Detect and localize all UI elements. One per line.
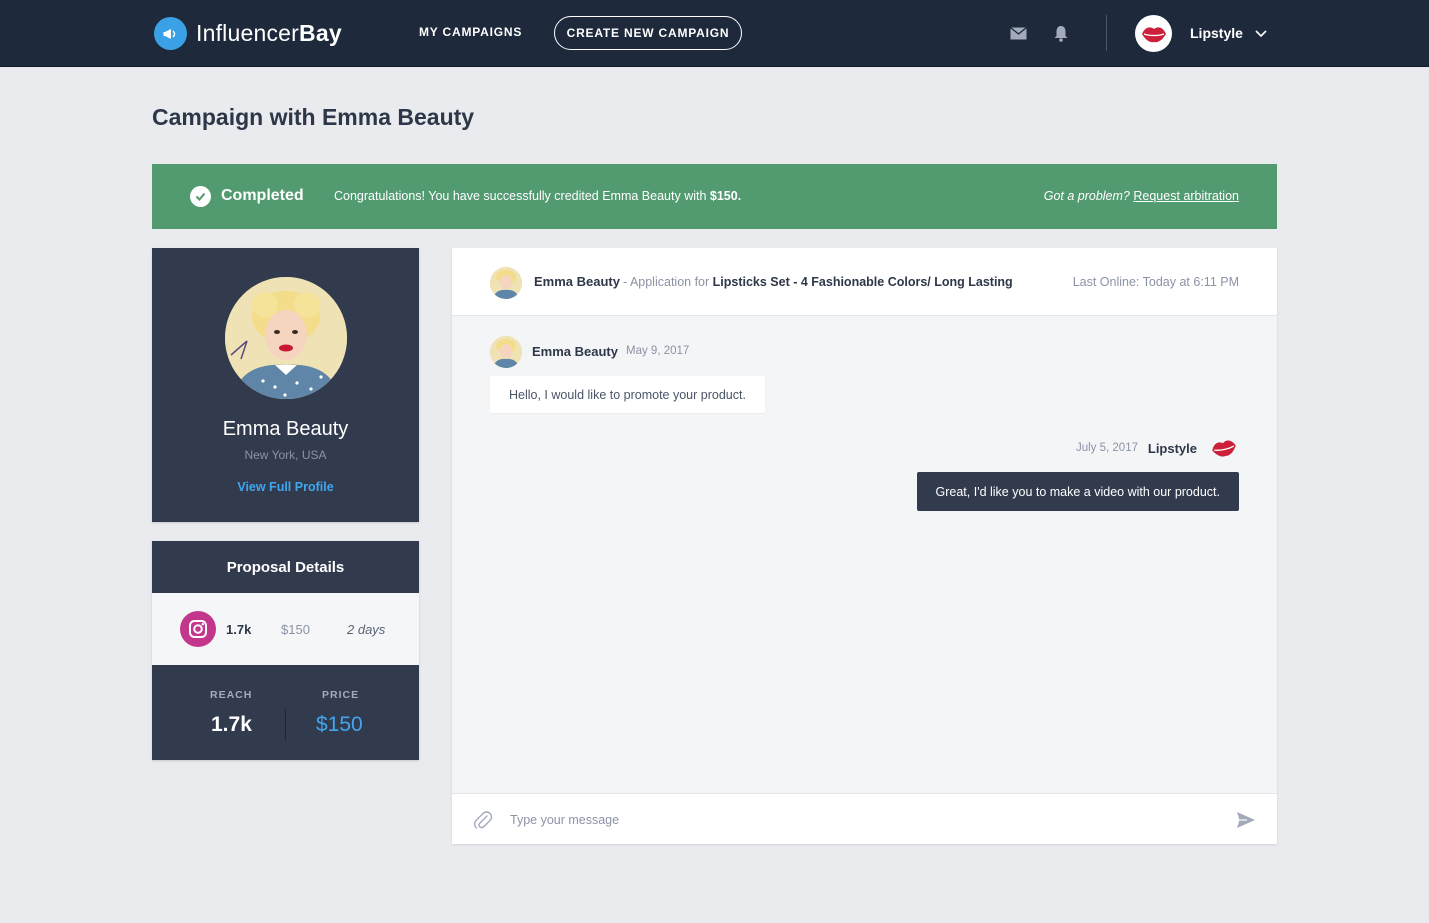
chat-header: Emma Beauty - Application for Lipsticks …	[452, 248, 1277, 316]
credited-amount: $150.	[709, 189, 742, 203]
page-title: Campaign with Emma Beauty	[152, 104, 475, 130]
message-composer	[452, 793, 1277, 844]
status-banner: Completed Congratulations! You have succ…	[152, 164, 1277, 229]
status-label: Completed	[221, 187, 304, 204]
chat-panel: Emma Beauty - Application for Lipsticks …	[452, 248, 1277, 844]
proposal-price: $150	[281, 622, 310, 637]
logo[interactable]: InfluencerBay	[154, 17, 342, 50]
bell-icon[interactable]	[1052, 24, 1070, 42]
lips-icon	[1141, 26, 1166, 42]
check-circle-icon	[190, 186, 211, 207]
outgoing-message-bubble: Great, I'd like you to make a video with…	[916, 472, 1239, 511]
application-product: Lipsticks Set - 4 Fashionable Colors/ Lo…	[712, 275, 1013, 289]
top-navbar: InfluencerBay MY CAMPAIGNS CREATE NEW CA…	[0, 0, 1429, 67]
banner-problem: Got a problem? Request arbitration	[1043, 189, 1239, 203]
request-arbitration-link[interactable]: Request arbitration	[1133, 189, 1239, 203]
chat-header-name: Emma Beauty	[534, 274, 620, 289]
megaphone-icon	[154, 17, 187, 50]
create-campaign-button[interactable]: CREATE NEW CAMPAIGN	[554, 16, 742, 50]
influencer-location: New York, USA	[244, 448, 327, 462]
message-date: July 5, 2017	[1075, 442, 1138, 454]
message-sender-name: Emma Beauty	[532, 344, 618, 359]
influencer-avatar[interactable]	[225, 277, 347, 399]
chat-header-avatar[interactable]	[490, 267, 522, 299]
view-full-profile-link[interactable]: View Full Profile	[152, 480, 419, 494]
reach-label: REACH	[210, 689, 253, 701]
proposal-details-card: Proposal Details 1.7k $150 2 days REACH …	[152, 541, 419, 760]
send-icon[interactable]	[1235, 809, 1257, 831]
mail-icon[interactable]	[1009, 24, 1027, 42]
instagram-icon	[180, 611, 216, 647]
price-value: $150	[316, 713, 363, 736]
paperclip-icon[interactable]	[472, 809, 494, 831]
message-date: May 9, 2017	[626, 345, 690, 357]
chevron-down-icon[interactable]	[1254, 26, 1268, 40]
message-sender-name: Lipstyle	[1147, 441, 1197, 456]
incoming-message-bubble: Hello, I would like to promote your prod…	[490, 376, 765, 413]
proposal-summary-row: 1.7k $150 2 days	[152, 593, 419, 665]
message-input[interactable]	[510, 806, 1210, 834]
nav-my-campaigns[interactable]: MY CAMPAIGNS	[419, 25, 522, 39]
nav-divider	[1106, 15, 1107, 51]
logo-text: InfluencerBay	[196, 20, 342, 46]
message-sender-avatar	[490, 336, 522, 368]
reach-value: 1.7k	[211, 713, 252, 736]
price-label: PRICE	[322, 689, 360, 701]
proposal-duration: 2 days	[347, 622, 386, 637]
influencer-profile-card: Emma Beauty New York, USA View Full Prof…	[152, 248, 419, 522]
user-name[interactable]: Lipstyle	[1190, 25, 1243, 41]
stat-divider	[285, 709, 286, 741]
banner-message: Congratulations! You have successfully c…	[334, 189, 742, 203]
influencer-name: Emma Beauty	[222, 418, 349, 440]
user-avatar[interactable]	[1135, 15, 1172, 52]
last-online-status: Last Online: Today at 6:11 PM	[1072, 275, 1239, 289]
application-info: - Application for Lipsticks Set - 4 Fash…	[623, 275, 1013, 289]
proposal-reach: 1.7k	[226, 622, 252, 637]
lips-icon	[1209, 433, 1239, 463]
proposal-title: Proposal Details	[226, 558, 345, 576]
